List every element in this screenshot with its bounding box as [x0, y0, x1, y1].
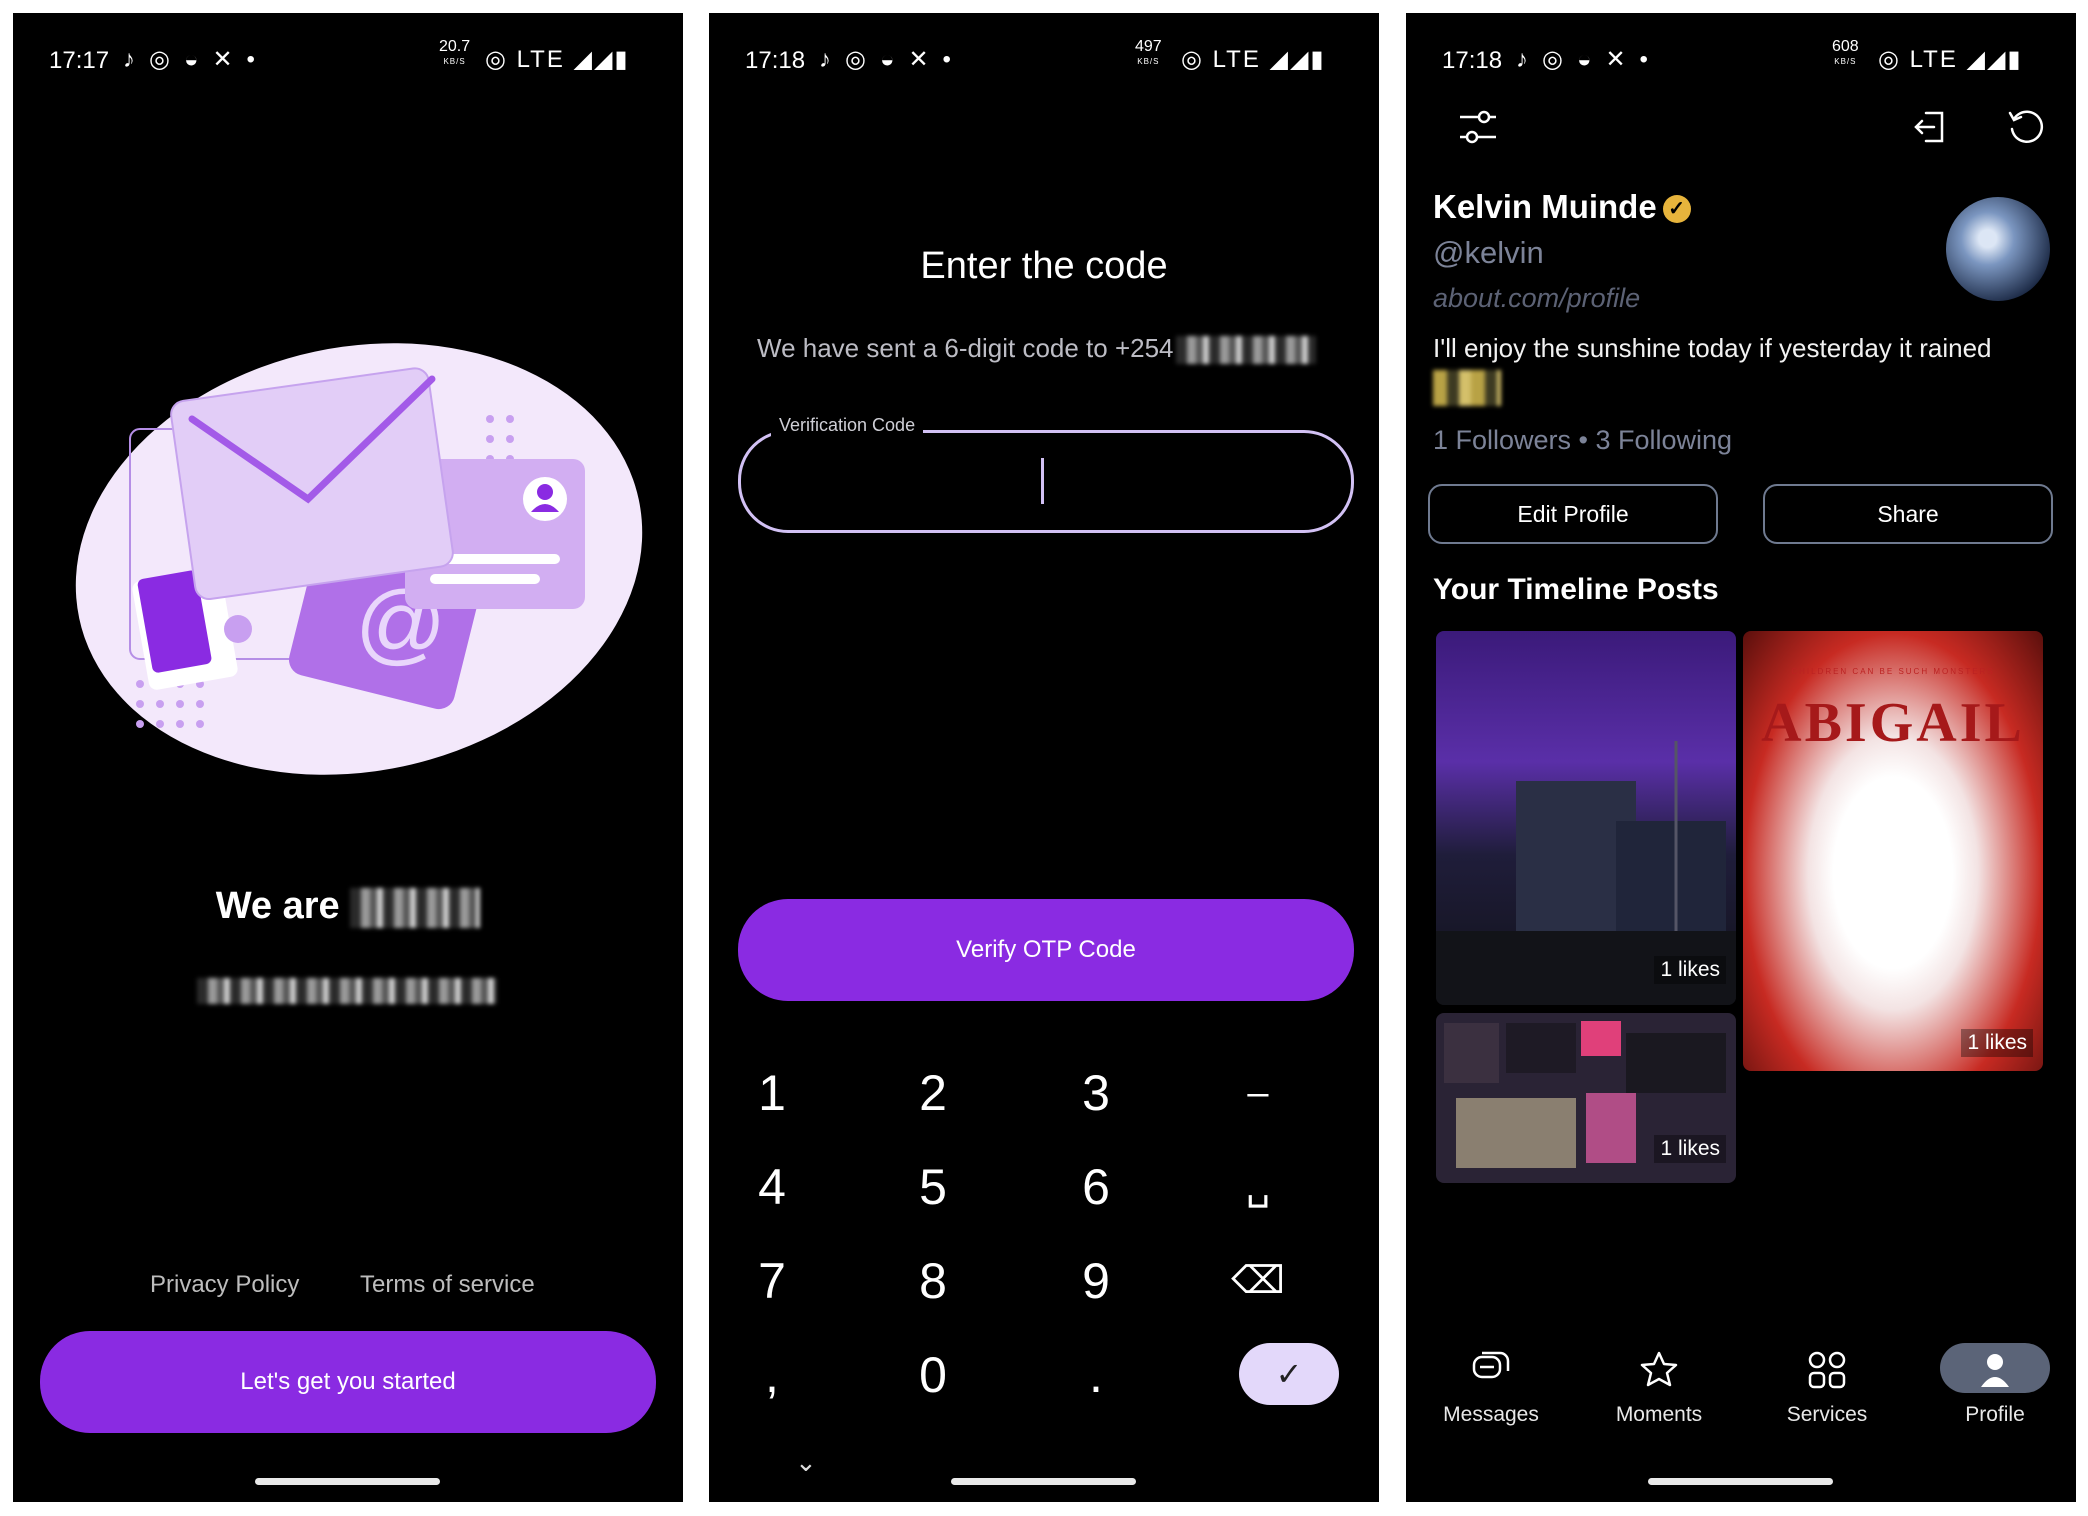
timeline-post[interactable]: 1 likes [1436, 1013, 1736, 1183]
network-speed: 608 KB/S [1832, 38, 1859, 67]
post-image-city [1436, 741, 1736, 1005]
key-0[interactable]: 0 [852, 1330, 1014, 1420]
email-illustration: @ [75, 343, 643, 775]
verify-otp-button[interactable]: Verify OTP Code [738, 899, 1354, 1001]
key-period[interactable]: . [1015, 1330, 1177, 1420]
profile-handle: @kelvin [1433, 235, 1544, 270]
network-speed: 497 KB/S [1135, 38, 1162, 67]
key-4[interactable]: 4 [709, 1142, 853, 1232]
refresh-icon[interactable] [1998, 105, 2054, 161]
get-started-button[interactable]: Let's get you started [40, 1331, 656, 1433]
page-title: Enter the code [920, 245, 1168, 287]
verification-code-input[interactable]: Verification Code [738, 415, 1354, 533]
avatar[interactable] [1946, 197, 2050, 301]
home-indicator [255, 1478, 440, 1485]
redacted-emoji [1433, 370, 1501, 406]
key-7[interactable]: 7 [709, 1236, 853, 1326]
key-2[interactable]: 2 [852, 1048, 1014, 1138]
notification-icons: ♪◎◒✕• [123, 46, 269, 73]
grid-icon [1790, 1343, 1864, 1393]
redacted-phone-number [1175, 336, 1316, 365]
verification-code-label: Verification Code [771, 415, 924, 436]
poster-tagline: CHILDREN CAN BE SUCH MONSTERS [1791, 667, 1995, 676]
phone-screen-profile: 17:18 ♪◎◒✕• 608 KB/S ◎ LTE ◢◢▮ Kelvin Mui… [1406, 13, 2076, 1502]
timeline-post[interactable]: CHILDREN CAN BE SUCH MONSTERS ABIGAIL 1 … [1743, 631, 2043, 1071]
timeline-post[interactable]: 1 likes [1436, 631, 1736, 1005]
nav-services[interactable]: Services [1752, 1343, 1902, 1427]
profile-name: Kelvin Muinde ✓ [1433, 188, 1691, 226]
confirm-check-icon[interactable]: ✓ [1239, 1343, 1339, 1405]
home-indicator [951, 1478, 1136, 1485]
edit-profile-button[interactable]: Edit Profile [1428, 484, 1718, 544]
key-5[interactable]: 5 [852, 1142, 1014, 1232]
code-sent-message: We have sent a 6-digit code to +254 [757, 333, 1316, 365]
key-1[interactable]: 1 [709, 1048, 853, 1138]
share-button[interactable]: Share [1763, 484, 2053, 544]
signal-battery-icons: ◎ LTE ◢◢▮ [1181, 46, 1326, 73]
bottom-navigation: Messages Moments Services Profile [1406, 1343, 2076, 1453]
status-time: 17:18 [1442, 47, 1503, 74]
verified-badge-icon: ✓ [1662, 195, 1691, 224]
nav-moments[interactable]: Moments [1584, 1343, 1734, 1427]
phone-screen-otp: 17:18 ♪◎◒✕• 497 KB/S ◎ LTE ◢◢▮ Enter the … [709, 13, 1379, 1502]
key-3[interactable]: 3 [1015, 1048, 1177, 1138]
settings-sliders-icon[interactable] [1450, 105, 1506, 161]
notification-icons: ♪◎◒✕• [1516, 46, 1662, 73]
welcome-heading: We are [13, 885, 683, 928]
home-indicator [1648, 1478, 1833, 1485]
text-caret [1041, 458, 1044, 504]
logout-icon[interactable] [1902, 105, 1958, 161]
messages-icon [1454, 1343, 1528, 1393]
star-icon [1622, 1343, 1696, 1393]
key-9[interactable]: 9 [1015, 1236, 1177, 1326]
nav-profile[interactable]: Profile [1920, 1343, 2070, 1427]
signal-battery-icons: ◎ LTE ◢◢▮ [485, 46, 630, 73]
person-icon [1940, 1343, 2050, 1393]
backspace-icon[interactable]: ⌫ [1177, 1236, 1339, 1326]
likes-count: 1 likes [1961, 1029, 2033, 1057]
redacted-tagline [197, 978, 497, 1004]
status-time: 17:18 [745, 47, 806, 74]
key-6[interactable]: 6 [1015, 1142, 1177, 1232]
timeline-section-title: Your Timeline Posts [1433, 573, 1719, 606]
notification-icons: ♪◎◒✕• [819, 46, 965, 73]
follow-counts[interactable]: 1 Followers • 3 Following [1433, 425, 1732, 456]
likes-count: 1 likes [1654, 1135, 1726, 1163]
terms-of-service-link[interactable]: Terms of service [360, 1271, 535, 1299]
status-bar: 17:17 ♪◎◒✕• 20.7 KB/S ◎ LTE ◢◢▮ [13, 35, 683, 91]
profile-bio: I'll enjoy the sunshine today if yesterd… [1433, 333, 1992, 363]
key-space[interactable]: ␣ [1177, 1142, 1339, 1232]
profile-link[interactable]: about.com/profile [1433, 283, 1640, 314]
network-speed: 20.7 KB/S [439, 38, 471, 67]
status-bar: 17:18 ♪◎◒✕• 497 KB/S ◎ LTE ◢◢▮ [709, 35, 1379, 91]
poster-title: ABIGAIL [1761, 692, 2025, 754]
privacy-policy-link[interactable]: Privacy Policy [150, 1271, 299, 1299]
status-time: 17:17 [49, 47, 110, 74]
keyboard-collapse-icon[interactable]: ⌄ [795, 1447, 817, 1478]
signal-battery-icons: ◎ LTE ◢◢▮ [1878, 46, 2023, 73]
key-comma[interactable]: , [709, 1330, 853, 1420]
nav-messages[interactable]: Messages [1416, 1343, 1566, 1427]
redacted-app-name [350, 887, 481, 928]
key-8[interactable]: 8 [852, 1236, 1014, 1326]
status-bar: 17:18 ♪◎◒✕• 608 KB/S ◎ LTE ◢◢▮ [1406, 35, 2076, 91]
likes-count: 1 likes [1654, 956, 1726, 984]
phone-screen-welcome: 17:17 ♪◎◒✕• 20.7 KB/S ◎ LTE ◢◢▮ @ We are … [13, 13, 683, 1502]
key-minus[interactable]: – [1177, 1048, 1339, 1138]
